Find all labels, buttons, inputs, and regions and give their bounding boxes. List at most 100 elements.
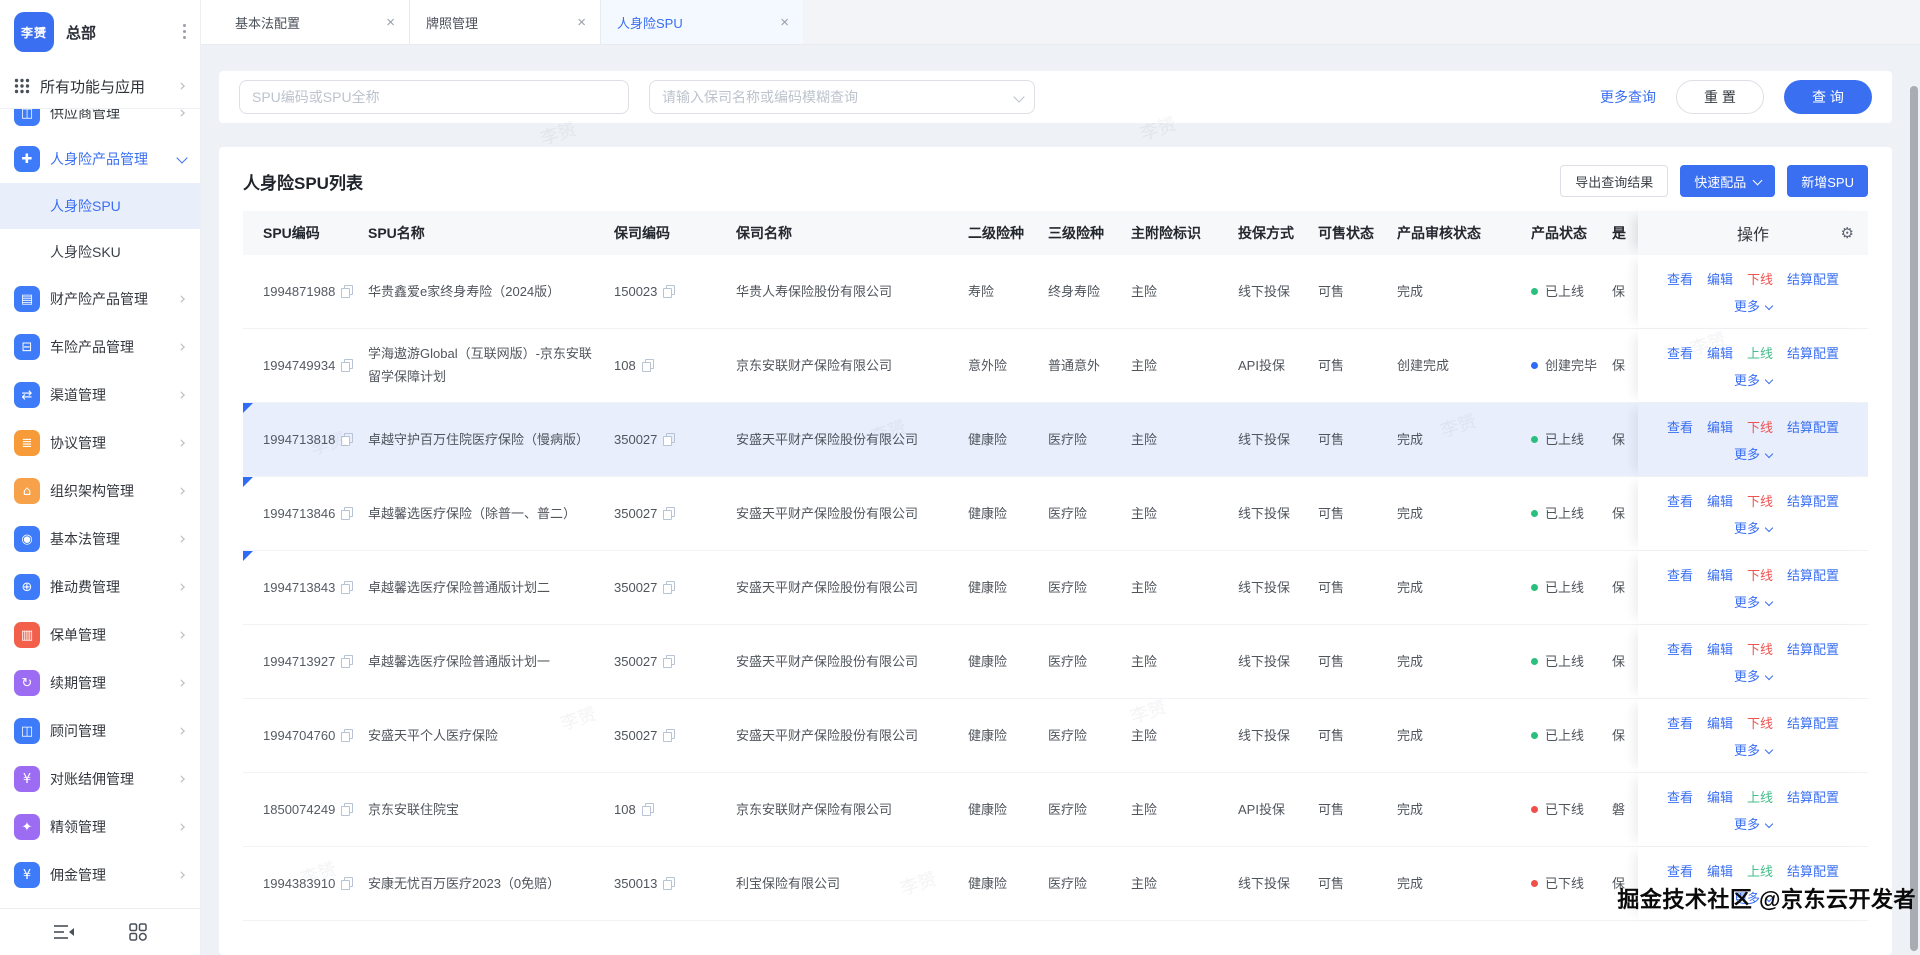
more-actions-link[interactable]: 更多 [1734,814,1774,833]
close-icon[interactable]: × [386,15,395,30]
action-link[interactable]: 编辑 [1707,343,1733,362]
sidebar-item[interactable]: ¥ 对账结佣管理 › [0,755,200,803]
copy-icon[interactable] [341,654,354,668]
action-link[interactable]: 下线 [1747,491,1773,510]
action-link[interactable]: 下线 [1747,713,1773,732]
action-link[interactable]: 查看 [1667,269,1693,288]
sidebar-item[interactable]: ⊟ 车险产品管理 › [0,323,200,371]
action-link[interactable]: 结算配置 [1787,491,1839,510]
tab-基本法配置[interactable]: 基本法配置 × [219,0,410,44]
action-link[interactable]: 结算配置 [1787,639,1839,658]
copy-icon[interactable] [663,506,676,520]
action-link[interactable]: 结算配置 [1787,343,1839,362]
sidebar-item-supplier[interactable]: ◫ 供应商管理 › [0,109,200,135]
copy-icon[interactable] [341,876,354,890]
gear-icon[interactable]: ⚙ [1841,224,1854,242]
copy-icon[interactable] [341,506,354,520]
copy-icon[interactable] [341,284,354,298]
tab-人身险SPU[interactable]: 人身险SPU × [601,0,803,44]
quick-config-button[interactable]: 快速配品 [1680,165,1776,198]
sidebar-item-all-apps[interactable]: 所有功能与应用 › [0,64,200,109]
sidebar-item[interactable]: ⌂ 组织架构管理 › [0,467,200,515]
action-link[interactable]: 编辑 [1707,417,1733,436]
close-icon[interactable]: × [577,15,586,30]
copy-icon[interactable] [341,728,354,742]
avatar[interactable]: 李赟 [14,12,54,52]
collapse-sidebar-icon[interactable] [53,924,75,940]
dashboard-grid-icon[interactable] [129,923,147,941]
action-link[interactable]: 查看 [1667,491,1693,510]
new-spu-button[interactable]: 新增SPU [1787,165,1868,198]
more-actions-link[interactable]: 更多 [1734,296,1774,315]
action-link[interactable]: 上线 [1747,343,1773,362]
action-link[interactable]: 查看 [1667,417,1693,436]
more-actions-link[interactable]: 更多 [1734,740,1774,759]
action-link[interactable]: 查看 [1667,639,1693,658]
action-link[interactable]: 结算配置 [1787,269,1839,288]
company-select[interactable] [649,80,1035,115]
sidebar-item[interactable]: ✦ 精领管理 › [0,803,200,851]
action-link[interactable]: 查看 [1667,343,1693,362]
action-link[interactable]: 结算配置 [1787,565,1839,584]
copy-icon[interactable] [663,580,676,594]
copy-icon[interactable] [663,432,676,446]
copy-icon[interactable] [663,284,676,298]
action-link[interactable]: 编辑 [1707,861,1733,880]
copy-icon[interactable] [341,802,354,816]
action-link[interactable]: 编辑 [1707,491,1733,510]
action-link[interactable]: 结算配置 [1787,417,1839,436]
copy-icon[interactable] [641,358,654,372]
action-link[interactable]: 编辑 [1707,787,1733,806]
copy-icon[interactable] [341,580,354,594]
spu-search-input[interactable] [239,80,629,115]
action-link[interactable]: 编辑 [1707,269,1733,288]
sidebar-item[interactable]: ↻ 续期管理 › [0,659,200,707]
sidebar-item[interactable]: ¥ 佣金管理 › [0,851,200,899]
more-actions-link[interactable]: 更多 [1734,370,1774,389]
action-link[interactable]: 结算配置 [1787,861,1839,880]
action-link[interactable]: 结算配置 [1787,787,1839,806]
action-link[interactable]: 上线 [1747,787,1773,806]
action-link[interactable]: 查看 [1667,787,1693,806]
query-button[interactable]: 查 询 [1784,80,1872,115]
more-actions-link[interactable]: 更多 [1734,666,1774,685]
copy-icon[interactable] [663,728,676,742]
action-link[interactable]: 下线 [1747,269,1773,288]
action-link[interactable]: 查看 [1667,713,1693,732]
sidebar-item-life-spu[interactable]: 人身险SPU [0,183,200,229]
action-link[interactable]: 下线 [1747,639,1773,658]
more-actions-link[interactable]: 更多 [1734,592,1774,611]
copy-icon[interactable] [663,654,676,668]
more-menu-icon[interactable] [183,24,186,39]
sidebar-item[interactable]: ◉ 基本法管理 › [0,515,200,563]
more-actions-link[interactable]: 更多 [1734,888,1774,907]
sidebar-item[interactable]: ◫ 顾问管理 › [0,707,200,755]
action-link[interactable]: 编辑 [1707,639,1733,658]
copy-icon[interactable] [341,358,354,372]
action-link[interactable]: 上线 [1747,861,1773,880]
reset-button[interactable]: 重 置 [1676,80,1764,115]
vertical-scrollbar[interactable] [1910,86,1918,951]
more-filters-link[interactable]: 更多查询 [1600,87,1656,107]
action-link[interactable]: 查看 [1667,565,1693,584]
sidebar-item[interactable]: ⇄ 渠道管理 › [0,371,200,419]
action-link[interactable]: 查看 [1667,861,1693,880]
more-actions-link[interactable]: 更多 [1734,444,1774,463]
copy-icon[interactable] [641,802,654,816]
copy-icon[interactable] [663,876,676,890]
action-link[interactable]: 编辑 [1707,565,1733,584]
action-link[interactable]: 编辑 [1707,713,1733,732]
sidebar-item[interactable]: ⊕ 推动费管理 › [0,563,200,611]
copy-icon[interactable] [341,432,354,446]
sidebar-item[interactable]: ▤ 财产险产品管理 › [0,275,200,323]
export-results-button[interactable]: 导出查询结果 [1560,165,1669,198]
action-link[interactable]: 结算配置 [1787,713,1839,732]
close-icon[interactable]: × [780,15,789,30]
action-link[interactable]: 下线 [1747,565,1773,584]
sidebar-item-life-sku[interactable]: 人身险SKU [0,229,200,275]
sidebar-item[interactable]: ≣ 协议管理 › [0,419,200,467]
action-link[interactable]: 下线 [1747,417,1773,436]
tab-牌照管理[interactable]: 牌照管理 × [410,0,601,44]
sidebar-item[interactable]: ▥ 保单管理 › [0,611,200,659]
more-actions-link[interactable]: 更多 [1734,518,1774,537]
